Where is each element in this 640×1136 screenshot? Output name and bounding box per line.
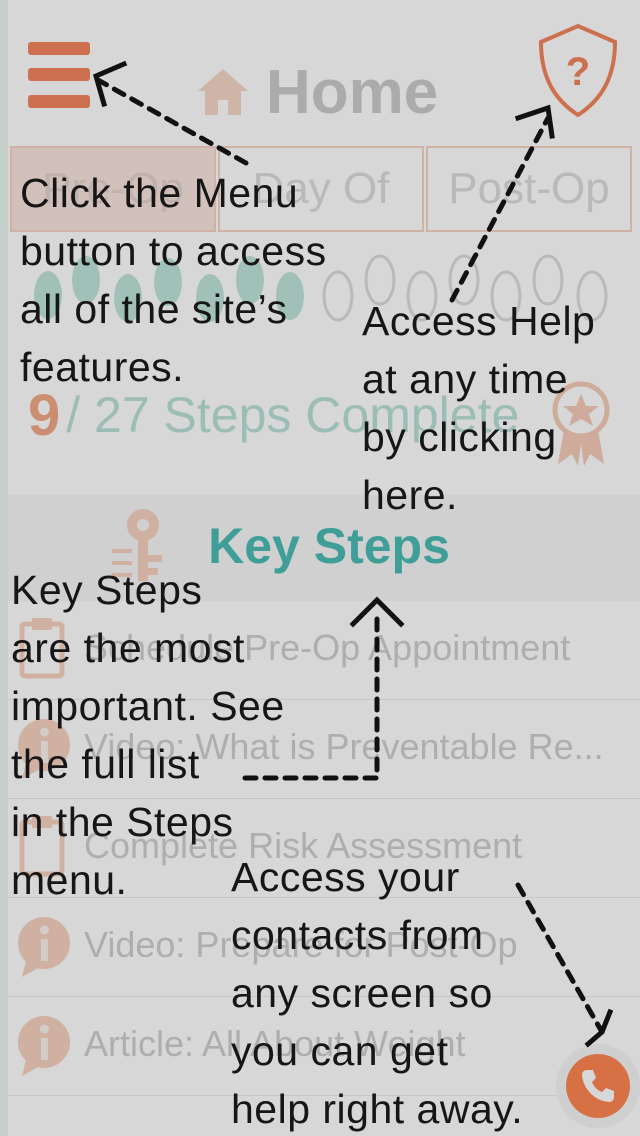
arrow-to-menu [92,60,128,108]
tutorial-screen: Home ? Pre-Op Day Of Post-Op 9 / 27 Step… [0,0,640,1136]
contacts-tip: Access your contacts from any screen so … [231,854,524,1132]
help-tip: Access Help at any time by clicking here… [362,298,596,518]
menu-tip: Click the Menu button to access all of t… [20,170,327,390]
